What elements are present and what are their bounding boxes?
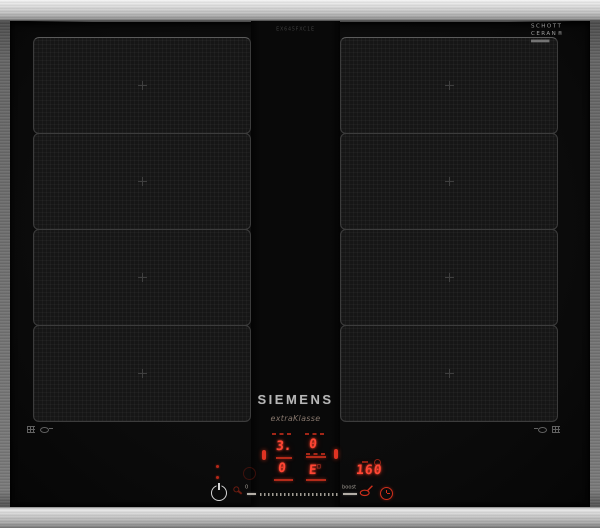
zone-marking-left: [27, 425, 53, 433]
power-level-display-left-rear[interactable]: 0: [277, 462, 286, 475]
glass-brand-line1: SCHOTT: [531, 23, 564, 30]
zone-center-marker-icon: [445, 177, 454, 186]
zone-center-marker-icon: [138, 273, 147, 282]
center-console-strip: EX645FXC1E SIEMENS extraKlasse: [251, 21, 340, 507]
zone-center-marker-icon: [445, 81, 454, 90]
zone-select-dash-right: [305, 433, 325, 435]
cooking-zone-segment: [33, 37, 251, 134]
induction-hob: EX645FXC1E SIEMENS extraKlasse SCHOTT CE…: [0, 0, 600, 528]
zone-marking-right: [534, 425, 560, 433]
cooking-zone-segment: [340, 229, 558, 326]
key-lock-icon[interactable]: [230, 485, 243, 498]
slider-boost-mark: [343, 493, 357, 495]
zone-indicator-led: [262, 450, 266, 460]
touch-point-ring[interactable]: [243, 467, 256, 480]
timer-display[interactable]: 160: [355, 464, 383, 477]
status-led: [216, 476, 219, 479]
led-bar: [276, 457, 292, 459]
zone-indicator-led: [334, 449, 338, 459]
zone-center-marker-icon: [138, 177, 147, 186]
led-dash-row: [306, 453, 326, 455]
power-level-display-left-front[interactable]: 3.: [275, 440, 292, 453]
flex-zone-grid-icon: [552, 426, 560, 433]
glass-brand-marking: SCHOTT CERAN®: [531, 23, 564, 42]
pan-icon[interactable]: [359, 484, 374, 497]
pan-marking-icon: [40, 425, 53, 433]
slider-zero-mark: [247, 493, 256, 495]
cooking-zone-segment: [340, 37, 558, 134]
slider-min-label: 0: [245, 484, 248, 490]
series-label: extraKlasse: [251, 414, 340, 423]
status-led: [216, 465, 219, 468]
ceramic-glass-surface: EX645FXC1E SIEMENS extraKlasse SCHOTT CE…: [10, 21, 590, 507]
power-level-display-right-front[interactable]: 0: [308, 438, 317, 451]
zone-select-dash-left: [272, 433, 292, 435]
model-text: EX645FXC1E: [260, 27, 331, 33]
pan-marking-icon: [534, 425, 547, 433]
slider-max-label: boost: [342, 484, 356, 490]
zone-center-marker-icon: [445, 369, 454, 378]
cooking-zone-segment: [33, 133, 251, 230]
power-icon[interactable]: [211, 485, 227, 501]
flex-zone-grid-icon: [27, 426, 35, 433]
power-slider-track[interactable]: [260, 493, 340, 496]
cooking-zone-segment: [33, 229, 251, 326]
led-bar: [306, 479, 326, 481]
frying-sensor-display[interactable]: E□: [308, 460, 321, 477]
zone-center-marker-icon: [138, 369, 147, 378]
clock-icon[interactable]: [380, 487, 393, 500]
flex-zone-right: [340, 37, 558, 422]
led-bar: [274, 479, 293, 481]
flex-zone-left: [33, 37, 251, 422]
brand-logo: SIEMENS: [251, 392, 340, 407]
cooking-zone-segment: [33, 325, 251, 422]
glass-brand-line2: CERAN®: [531, 30, 564, 37]
zone-center-marker-icon: [445, 273, 454, 282]
led-bar: [306, 456, 326, 458]
glass-brand-underline: [531, 40, 549, 43]
cooking-zone-segment: [340, 133, 558, 230]
cooking-zone-segment: [340, 325, 558, 422]
zone-center-marker-icon: [138, 81, 147, 90]
